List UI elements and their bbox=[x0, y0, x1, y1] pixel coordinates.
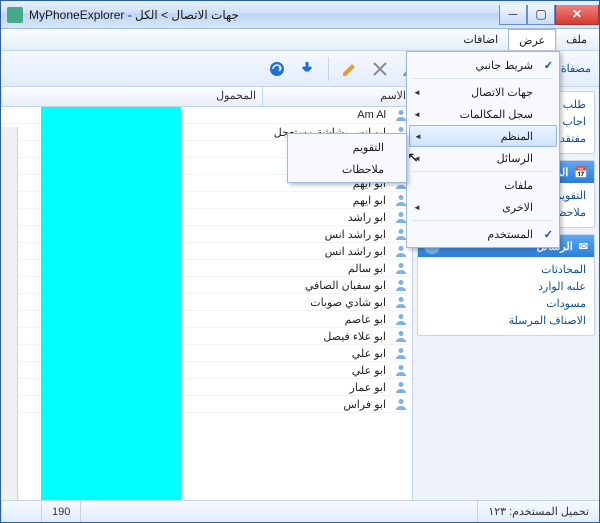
check-icon: ✓ bbox=[544, 228, 553, 241]
submenu-item-0[interactable]: التقويم bbox=[290, 136, 404, 158]
statusbar: تحميل المستخدم: ١٢٣ 190 bbox=[1, 500, 599, 522]
submenu-arrow-icon: ◄ bbox=[414, 132, 422, 141]
sidebar-link-drafts[interactable]: مسودات bbox=[426, 295, 586, 312]
close-button[interactable]: ✕ bbox=[555, 5, 599, 25]
app-window: MyPhoneExplorer - جهات الاتصال > الكل ─ … bbox=[0, 0, 600, 523]
sidebar-link-inbox[interactable]: علبه الوارد bbox=[426, 278, 586, 295]
minimize-button[interactable]: ─ bbox=[499, 5, 527, 25]
contact-name: ابو علي bbox=[262, 364, 390, 377]
contact-name: ابو عاصم bbox=[262, 313, 390, 326]
contact-name: ابو ايهم bbox=[262, 194, 390, 207]
menu-item-7[interactable]: ✓المستخدم bbox=[409, 223, 557, 245]
menu-item-2[interactable]: سجل المكالمات◄ bbox=[409, 103, 557, 125]
menu-item-5[interactable]: ملفات bbox=[409, 174, 557, 196]
delete-icon[interactable] bbox=[367, 56, 393, 82]
titlebar: MyPhoneExplorer - جهات الاتصال > الكل ─ … bbox=[1, 1, 599, 29]
menu-view[interactable]: عرض bbox=[508, 29, 556, 50]
contact-name: ابو سالم bbox=[262, 262, 390, 275]
maximize-button[interactable]: ▢ bbox=[527, 5, 555, 25]
sync-icon[interactable] bbox=[264, 56, 290, 82]
edit-icon[interactable] bbox=[337, 56, 363, 82]
status-loading: تحميل المستخدم: ١٢٣ bbox=[477, 501, 599, 522]
window-title: MyPhoneExplorer - جهات الاتصال > الكل bbox=[29, 8, 239, 22]
person-icon bbox=[390, 397, 412, 411]
submenu-arrow-icon: ◄ bbox=[413, 203, 421, 212]
contact-name: ابو راشد انس bbox=[262, 228, 390, 241]
check-icon: ✓ bbox=[544, 59, 553, 72]
grid-header: الاسم المحمول bbox=[1, 87, 412, 107]
redaction-block bbox=[41, 107, 181, 500]
contact-name: ابو شادي صوبات bbox=[262, 296, 390, 309]
menu-item-1[interactable]: جهات الاتصال◄ bbox=[409, 81, 557, 103]
person-icon bbox=[390, 261, 412, 275]
person-icon bbox=[390, 380, 412, 394]
contact-name: ابو علاء فيصل bbox=[262, 330, 390, 343]
person-icon bbox=[390, 346, 412, 360]
menu-item-4[interactable]: الرسائل◄ bbox=[409, 147, 557, 169]
contact-name: ابو راشد bbox=[262, 211, 390, 224]
submenu-arrow-icon: ◄ bbox=[413, 154, 421, 163]
filter-label: مصفاة bbox=[561, 62, 591, 75]
status-count: 190 bbox=[41, 501, 80, 522]
contact-name: ابو عمار bbox=[262, 381, 390, 394]
person-icon bbox=[390, 363, 412, 377]
organizer-submenu: التقويمملاحظات bbox=[287, 133, 407, 183]
menu-item-0[interactable]: ✓شريط جانبي bbox=[409, 54, 557, 76]
sidebar-panel-messages: ✉ الرسائل ⌃ المحادثات علبه الوارد مسودات… bbox=[417, 234, 595, 336]
contact-name: ابو سفيان الصافي bbox=[262, 279, 390, 292]
sidebar-link-sent[interactable]: الاصناف المرسلة bbox=[426, 312, 586, 329]
col-header-mobile[interactable]: المحمول bbox=[1, 87, 262, 106]
view-dropdown: ✓شريط جانبيجهات الاتصال◄سجل المكالمات◄ال… bbox=[406, 51, 560, 248]
menu-addons[interactable]: اضافات bbox=[453, 29, 508, 50]
contact-name: ابو علي bbox=[262, 347, 390, 360]
menu-item-3[interactable]: المنظم◄ bbox=[409, 125, 557, 147]
submenu-arrow-icon: ◄ bbox=[413, 110, 421, 119]
organizer-icon: 📅 bbox=[574, 166, 588, 179]
submenu-arrow-icon: ◄ bbox=[413, 88, 421, 97]
download-icon[interactable] bbox=[294, 56, 320, 82]
submenu-item-1[interactable]: ملاحظات bbox=[290, 158, 404, 180]
app-icon bbox=[7, 7, 23, 23]
col-header-name[interactable]: الاسم bbox=[262, 87, 412, 106]
sidebar-link-conversations[interactable]: المحادثات bbox=[426, 261, 586, 278]
contact-name: ابو فراس bbox=[262, 398, 390, 411]
person-icon bbox=[390, 295, 412, 309]
vertical-scrollbar[interactable] bbox=[1, 127, 18, 500]
person-icon bbox=[390, 312, 412, 326]
menubar: ملف عرض اضافات bbox=[1, 29, 599, 51]
menu-item-6[interactable]: الاخرى◄ bbox=[409, 196, 557, 218]
contact-name: ابو راشد انس bbox=[262, 245, 390, 258]
envelope-icon: ✉ bbox=[579, 240, 588, 253]
person-icon bbox=[390, 278, 412, 292]
contact-name: Am Al bbox=[262, 109, 390, 121]
menu-file[interactable]: ملف bbox=[556, 29, 597, 50]
person-icon bbox=[390, 329, 412, 343]
